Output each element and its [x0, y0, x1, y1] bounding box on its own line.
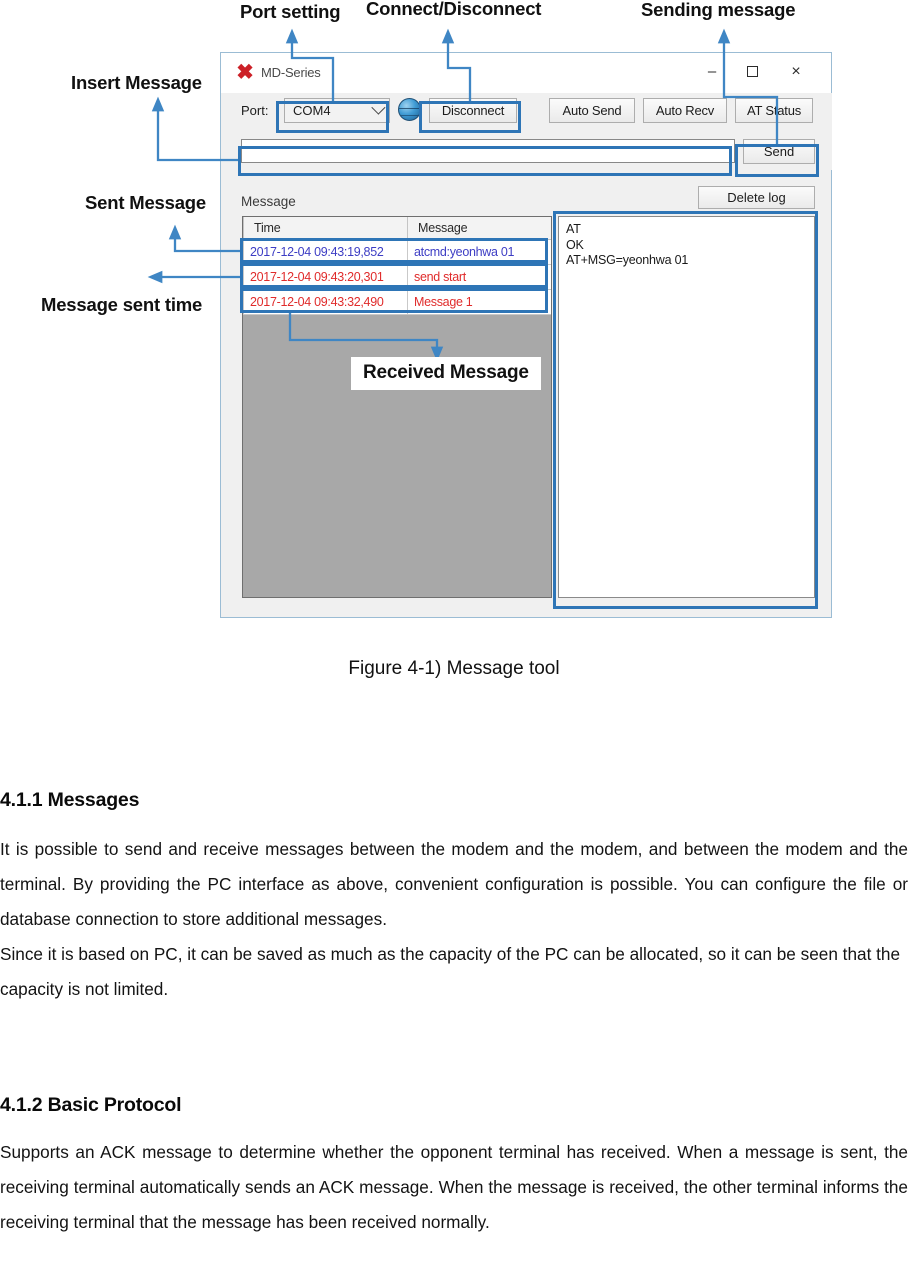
message-input[interactable]: [241, 139, 735, 163]
cell-message: atcmd:yeonhwa 01: [407, 239, 551, 265]
table-row[interactable]: 2017-12-04 09:43:19,852 atcmd:yeonhwa 01: [243, 239, 551, 265]
minimize-button[interactable]: –: [695, 59, 729, 85]
send-button[interactable]: Send: [743, 139, 815, 164]
paragraph-messages-2: Since it is based on PC, it can be saved…: [0, 944, 901, 999]
callout-sending-message: Sending message: [641, 0, 796, 20]
callout-insert-message: Insert Message: [71, 72, 202, 93]
cell-time: 2017-12-04 09:43:19,852: [243, 239, 408, 265]
cell-time: 2017-12-04 09:43:32,490: [243, 289, 408, 315]
column-header-message[interactable]: Message: [407, 217, 551, 240]
app-window: ✖ MD-Series – × Port: COM4 Disconnect Au…: [220, 52, 832, 618]
table-row[interactable]: 2017-12-04 09:43:20,301 send start: [243, 264, 551, 290]
heading-messages: 4.1.1 Messages: [0, 789, 140, 811]
delete-log-button[interactable]: Delete log: [698, 186, 815, 209]
toolbar: Port: COM4 Disconnect Auto Send Auto Rec…: [222, 93, 832, 130]
globe-icon[interactable]: [398, 98, 421, 121]
callout-sent-message: Sent Message: [85, 192, 206, 213]
callout-message-sent-time: Message sent time: [41, 294, 203, 315]
auto-send-button[interactable]: Auto Send: [549, 98, 635, 123]
chevron-down-icon: [371, 100, 386, 115]
paragraph-protocol-1: Supports an ACK message to determine whe…: [0, 1142, 908, 1232]
at-status-button[interactable]: AT Status: [735, 98, 813, 123]
paragraph-messages-1: It is possible to send and receive messa…: [0, 839, 908, 929]
message-section-label: Message: [241, 194, 296, 209]
port-label: Port:: [241, 103, 269, 118]
message-log-table: Time Message 2017-12-04 09:43:19,852 atc…: [243, 217, 551, 315]
x-logo-icon: ✖: [236, 61, 254, 84]
column-header-time[interactable]: Time: [243, 217, 408, 240]
callout-port-setting: Port setting: [240, 1, 341, 22]
window-titlebar: ✖ MD-Series – ×: [221, 53, 831, 93]
maximize-icon: [746, 66, 758, 78]
disconnect-button[interactable]: Disconnect: [429, 98, 517, 123]
callout-connect-disconnect: Connect/Disconnect: [366, 0, 542, 19]
close-button[interactable]: ×: [779, 59, 813, 85]
auto-recv-button[interactable]: Auto Recv: [643, 98, 727, 123]
callout-received-message: Received Message: [351, 357, 541, 390]
app-title: MD-Series: [261, 65, 321, 80]
figure-caption: Figure 4-1) Message tool: [348, 658, 560, 679]
figure-message-tool: ✖ MD-Series – × Port: COM4 Disconnect Au…: [0, 0, 908, 650]
port-select[interactable]: COM4: [284, 98, 390, 123]
cell-message: send start: [407, 264, 551, 290]
maximize-button[interactable]: [735, 59, 769, 85]
cell-message: Message 1: [407, 289, 551, 315]
cell-time: 2017-12-04 09:43:20,301: [243, 264, 408, 290]
send-row: Send: [222, 130, 832, 170]
port-select-value: COM4: [293, 103, 331, 118]
table-row[interactable]: 2017-12-04 09:43:32,490 Message 1: [243, 289, 551, 315]
message-log-pane[interactable]: Time Message 2017-12-04 09:43:19,852 atc…: [242, 216, 552, 598]
heading-basic-protocol: 4.1.2 Basic Protocol: [0, 1094, 182, 1116]
table-header-row: Time Message: [243, 217, 551, 240]
at-console-pane[interactable]: AT OK AT+MSG=yeonhwa 01: [558, 216, 815, 598]
